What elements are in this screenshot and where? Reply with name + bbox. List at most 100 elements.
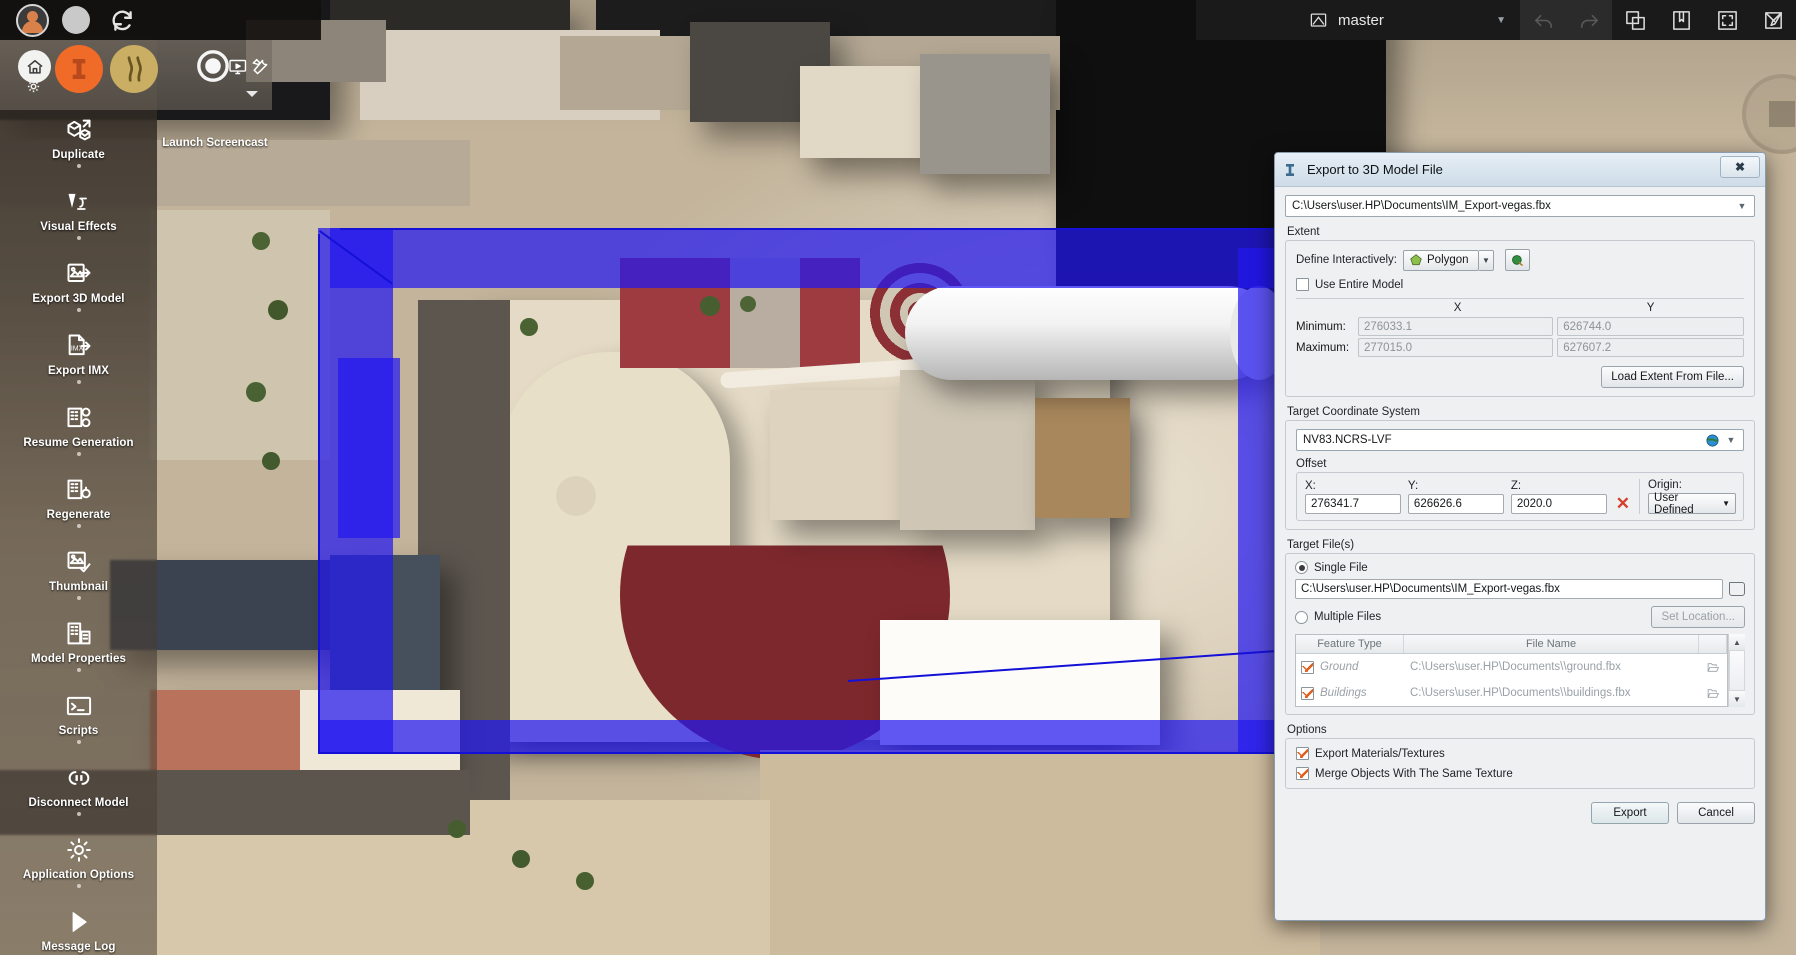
minimum-y-input: 626744.0 bbox=[1557, 317, 1744, 336]
dialog-titlebar: Export to 3D Model File ✖ bbox=[1275, 153, 1765, 187]
refresh-icon[interactable] bbox=[108, 6, 138, 36]
sidebar-item-visual-effects[interactable]: Visual Effects bbox=[0, 180, 157, 252]
load-extent-from-file-button[interactable]: Load Extent From File... bbox=[1601, 366, 1744, 388]
coordinate-system-combo[interactable]: NV83.NCRS-LVF ▼ bbox=[1296, 429, 1744, 451]
tree bbox=[246, 382, 266, 402]
globe-icon[interactable] bbox=[1705, 433, 1720, 448]
preset-path-combo[interactable]: C:\Users\user.HP\Documents\IM_Export-veg… bbox=[1285, 195, 1755, 217]
scroll-down-button[interactable]: ▼ bbox=[1729, 691, 1745, 707]
sidebar-separator-dot bbox=[76, 596, 81, 600]
export-imx-icon: IMX bbox=[64, 331, 94, 361]
sidebar-item-model-properties[interactable]: Model Properties bbox=[0, 612, 157, 684]
scripts-icon bbox=[64, 691, 94, 721]
sidebar-item-label: Thumbnail bbox=[48, 581, 109, 593]
target-coordinate-system-group: NV83.NCRS-LVF ▼ Offset X: 276341.7 Y: 62… bbox=[1285, 420, 1755, 530]
close-icon[interactable]: ✖ bbox=[1720, 156, 1760, 178]
tree bbox=[448, 820, 466, 838]
table-row[interactable]: Ground C:\Users\user.HP\Documents\\groun… bbox=[1296, 654, 1727, 680]
pick-extent-icon[interactable] bbox=[1505, 249, 1530, 271]
undo-button[interactable] bbox=[1520, 0, 1566, 40]
export-button[interactable]: Export bbox=[1591, 802, 1669, 824]
sidebar-item-label: Disconnect Model bbox=[28, 797, 129, 809]
multiple-files-row[interactable]: Multiple Files Set Location... bbox=[1295, 606, 1745, 628]
copy-button[interactable] bbox=[1612, 0, 1658, 40]
options-label: Options bbox=[1287, 724, 1327, 736]
feature-type-cell: Buildings bbox=[1296, 686, 1404, 700]
column-header-feature-type: Feature Type bbox=[1296, 635, 1404, 653]
sidebar-item-export-3d-model[interactable]: Export 3D Model bbox=[0, 252, 157, 324]
roads-button[interactable] bbox=[110, 45, 158, 93]
target-files-label: Target File(s) bbox=[1287, 539, 1355, 551]
sidebar-item-thumbnail[interactable]: Thumbnail bbox=[0, 540, 157, 612]
tree bbox=[576, 872, 594, 890]
branch-selector[interactable]: master ▼ bbox=[1295, 0, 1520, 40]
model-tools-sidebar: Duplicate Visual Effects Export 3D Model… bbox=[0, 38, 157, 955]
origin-label: Origin: bbox=[1648, 479, 1682, 491]
feature-type-label: Ground bbox=[1320, 661, 1359, 673]
polygon-mode-dropdown[interactable]: ▼ bbox=[1479, 249, 1494, 271]
polygon-mode-button[interactable]: Polygon bbox=[1403, 249, 1479, 271]
home-settings-gear-icon[interactable] bbox=[25, 78, 41, 94]
utilities-dropdown-caret[interactable] bbox=[246, 91, 258, 97]
single-file-label: Single File bbox=[1314, 561, 1368, 574]
merge-objects-checkbox[interactable] bbox=[1296, 767, 1309, 780]
set-location-button[interactable]: Set Location... bbox=[1651, 606, 1745, 628]
sidebar-separator-dot bbox=[76, 236, 81, 240]
sidebar-item-export-imx[interactable]: IMX Export IMX bbox=[0, 324, 157, 396]
single-file-path-input[interactable]: C:\Users\user.HP\Documents\IM_Export-veg… bbox=[1295, 579, 1723, 599]
sidebar-separator-dot bbox=[76, 164, 81, 168]
row-checkbox[interactable] bbox=[1301, 686, 1314, 700]
launch-screencast-button[interactable] bbox=[195, 48, 231, 84]
redo-button[interactable] bbox=[1566, 0, 1612, 40]
utilities-button[interactable] bbox=[228, 48, 270, 86]
sidebar-item-regenerate[interactable]: Regenerate bbox=[0, 468, 157, 540]
row-checkbox[interactable] bbox=[1301, 660, 1314, 674]
search-icon[interactable] bbox=[62, 6, 90, 34]
sidebar-item-label: Application Options bbox=[22, 869, 135, 881]
sidebar-item-resume-generation[interactable]: Resume Generation bbox=[0, 396, 157, 468]
tree bbox=[262, 452, 280, 470]
single-file-radio[interactable] bbox=[1295, 561, 1308, 574]
avatar[interactable] bbox=[16, 4, 49, 37]
offset-z-label: Z: bbox=[1510, 480, 1522, 492]
export-to-3d-model-file-dialog[interactable]: Export to 3D Model File ✖ C:\Users\user.… bbox=[1274, 152, 1766, 921]
offset-z-input[interactable]: 2020.0 bbox=[1510, 494, 1607, 514]
chevron-down-icon[interactable]: ▼ bbox=[1734, 197, 1750, 215]
infraworks-icon bbox=[1281, 161, 1299, 179]
sidebar-item-message-log[interactable]: Message Log bbox=[0, 900, 157, 955]
infraworks-model-button[interactable] bbox=[55, 45, 103, 93]
chevron-down-icon: ▼ bbox=[1722, 499, 1731, 508]
merge-objects-row[interactable]: Merge Objects With The Same Texture bbox=[1296, 767, 1744, 780]
origin-select[interactable]: User Defined ▼ bbox=[1648, 492, 1737, 516]
table-row[interactable]: Buildings C:\Users\user.HP\Documents\\bu… bbox=[1296, 680, 1727, 706]
markup-button[interactable] bbox=[1750, 0, 1796, 40]
sidebar-item-label: Scripts bbox=[58, 725, 99, 737]
folder-browse-icon[interactable] bbox=[1729, 582, 1745, 596]
export-materials-row[interactable]: Export Materials/Textures bbox=[1296, 747, 1744, 760]
single-file-row[interactable]: Single File bbox=[1295, 561, 1745, 574]
use-entire-model-row[interactable]: Use Entire Model bbox=[1296, 278, 1744, 291]
scroll-up-button[interactable]: ▲ bbox=[1729, 634, 1745, 650]
browse-cell[interactable] bbox=[1699, 661, 1727, 674]
offset-y-input[interactable]: 626626.6 bbox=[1407, 494, 1504, 514]
multiple-files-radio[interactable] bbox=[1295, 610, 1308, 624]
sidebar-item-label: Duplicate bbox=[52, 149, 105, 161]
cancel-button[interactable]: Cancel bbox=[1677, 802, 1755, 824]
navigation-wheel-hub bbox=[1769, 101, 1795, 127]
browse-cell[interactable] bbox=[1699, 687, 1727, 700]
offset-x-input[interactable]: 276341.7 bbox=[1305, 494, 1401, 514]
clear-offset-icon[interactable]: ✕ bbox=[1614, 494, 1632, 514]
chevron-down-icon[interactable]: ▼ bbox=[1723, 431, 1739, 449]
scrollbar-thumb[interactable] bbox=[1729, 650, 1745, 691]
sidebar-item-application-options[interactable]: Application Options bbox=[0, 828, 157, 900]
fullscreen-button[interactable] bbox=[1704, 0, 1750, 40]
sidebar-item-duplicate[interactable]: Duplicate bbox=[0, 108, 157, 180]
feature-files-scrollbar[interactable]: ▲ ▼ bbox=[1728, 634, 1745, 707]
export-materials-checkbox[interactable] bbox=[1296, 747, 1309, 760]
use-entire-model-checkbox[interactable] bbox=[1296, 278, 1309, 291]
sidebar-item-disconnect-model[interactable]: Disconnect Model bbox=[0, 756, 157, 828]
sidebar-item-scripts[interactable]: Scripts bbox=[0, 684, 157, 756]
building-block-white bbox=[880, 620, 1160, 745]
bookmarks-button[interactable] bbox=[1658, 0, 1704, 40]
extent-group: Define Interactively: Polygon ▼ Use Enti… bbox=[1285, 240, 1755, 397]
